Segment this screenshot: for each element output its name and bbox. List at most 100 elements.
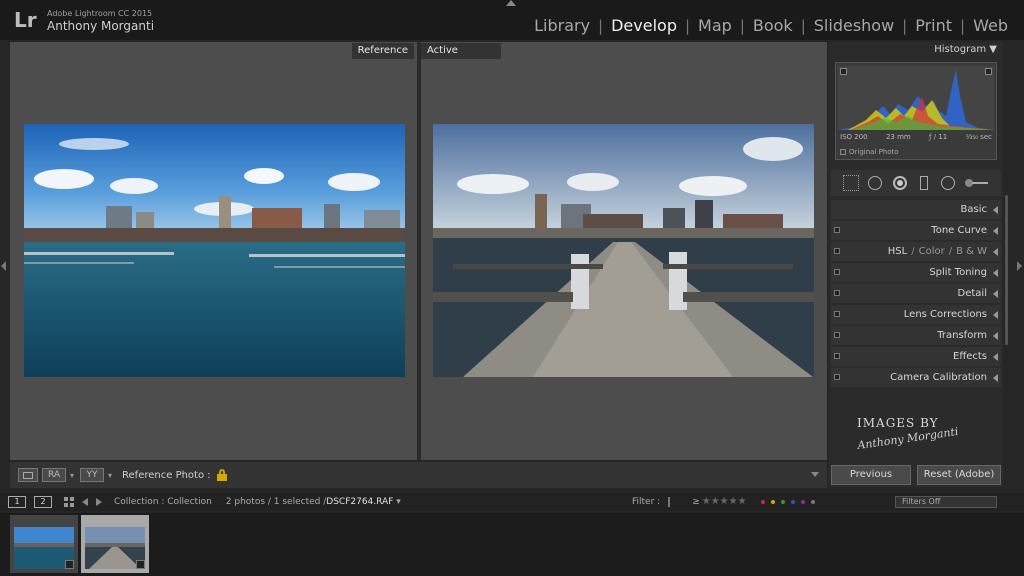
module-develop[interactable]: Develop (603, 16, 685, 35)
collapse-top-panel-icon[interactable] (506, 0, 516, 6)
filmstrip-thumbnail-selected[interactable] (81, 515, 149, 573)
expand-panel-icon (993, 227, 998, 235)
panel-switch-icon[interactable] (834, 374, 840, 380)
red-eye-tool-icon[interactable] (892, 175, 908, 191)
aperture-value: ƒ / 11 (929, 133, 948, 141)
module-print[interactable]: Print (907, 16, 960, 35)
histogram-header[interactable]: Histogram ▼ (829, 44, 1003, 60)
star-rating-icons[interactable]: ★★★★★ (702, 496, 747, 507)
reference-active-button[interactable]: RA (42, 468, 66, 482)
yellow-label-icon[interactable] (770, 499, 775, 504)
module-book[interactable]: Book (745, 16, 801, 35)
module-map[interactable]: Map (690, 16, 740, 35)
back-arrow-icon[interactable] (82, 498, 88, 506)
expand-panel-icon (993, 206, 998, 214)
panel-bw-label[interactable]: B & W (956, 246, 987, 257)
expand-panel-icon (993, 248, 998, 256)
iso-value: ISO 200 (840, 133, 868, 141)
develop-right-panel: Histogram ▼ ISO 200 23 mm ƒ / 11 ¹⁄₃₅₀ s… (829, 42, 1003, 487)
panel-switch-icon[interactable] (834, 248, 840, 254)
purple-label-icon[interactable] (800, 499, 805, 504)
no-label-icon[interactable] (810, 499, 815, 504)
panel-camera-calibration-label: Camera Calibration (890, 372, 987, 383)
panel-transform-label: Transform (937, 330, 987, 341)
main-screen-button[interactable]: 1 (8, 496, 26, 508)
before-after-button[interactable]: YY (80, 468, 105, 482)
histogram-graph[interactable] (838, 66, 994, 130)
graduated-filter-tool-icon[interactable] (916, 175, 932, 191)
collection-source[interactable]: Collection : Collection (114, 497, 212, 507)
panel-color-label[interactable]: Color (919, 246, 945, 257)
panel-detail[interactable]: Detail (831, 284, 1001, 303)
expand-panel-icon (993, 311, 998, 319)
histogram-curve (838, 70, 994, 130)
reference-photo-label: Reference Photo : (122, 469, 211, 481)
highlight-clipping-icon[interactable] (985, 68, 992, 75)
lock-icon[interactable] (216, 469, 227, 481)
reference-pane[interactable]: Reference (10, 42, 417, 460)
spot-removal-tool-icon[interactable] (867, 175, 883, 191)
previous-button[interactable]: Previous (831, 465, 911, 485)
panel-lens-corrections[interactable]: Lens Corrections (831, 305, 1001, 324)
grid-view-icon[interactable] (64, 497, 74, 507)
develop-settings-badge-icon (65, 560, 74, 569)
hide-right-panel-icon[interactable] (1017, 261, 1022, 271)
module-library[interactable]: Library (526, 16, 598, 35)
panel-switch-icon[interactable] (834, 269, 840, 275)
panel-basic[interactable]: Basic (831, 200, 1001, 219)
green-label-icon[interactable] (780, 499, 785, 504)
selection-info[interactable]: 2 photos / 1 selected /DSCF2764.RAF ▾ (226, 497, 401, 507)
hsl-separator: / (911, 246, 915, 257)
panel-switch-icon[interactable] (834, 332, 840, 338)
exif-info: ISO 200 23 mm ƒ / 11 ¹⁄₃₅₀ sec (836, 133, 996, 141)
second-screen-button[interactable]: 2 (34, 496, 52, 508)
rating-operator[interactable]: ≥ (692, 497, 700, 507)
lightroom-logo: Lr (14, 8, 37, 32)
shadow-clipping-icon[interactable] (840, 68, 847, 75)
flag-icon[interactable] (668, 496, 676, 507)
radial-filter-tool-icon[interactable] (940, 175, 956, 191)
forward-arrow-icon[interactable] (96, 498, 102, 506)
view-mode-button[interactable] (18, 468, 38, 482)
expand-panel-icon (993, 290, 998, 298)
module-web[interactable]: Web (965, 16, 1016, 35)
active-label: Active (421, 43, 501, 59)
red-label-icon[interactable] (760, 499, 765, 504)
toolbar-options-icon[interactable] (811, 472, 819, 477)
marina-harbor-image (24, 124, 405, 377)
panel-hsl[interactable]: HSL / Color / B & W (831, 242, 1001, 261)
active-pane[interactable]: Active (421, 42, 827, 460)
filter-preset-select[interactable]: Filters Off (895, 496, 997, 508)
panel-transform[interactable]: Transform (831, 326, 1001, 345)
right-panel-scrollbar[interactable] (1005, 195, 1008, 345)
show-left-panel-icon[interactable] (1, 261, 6, 271)
chevron-down-icon[interactable]: ▾ (108, 471, 112, 480)
module-slideshow[interactable]: Slideshow (806, 16, 902, 35)
filmstrip-thumbnail[interactable] (10, 515, 78, 573)
panel-switch-icon[interactable] (834, 227, 840, 233)
panel-effects[interactable]: Effects (831, 347, 1001, 366)
original-photo-toggle[interactable]: Original Photo (840, 148, 899, 156)
develop-settings-badge-icon (136, 560, 145, 569)
panel-switch-icon[interactable] (834, 311, 840, 317)
selection-count: 2 photos / 1 selected / (225, 497, 327, 507)
panel-switch-icon[interactable] (834, 353, 840, 359)
panel-split-toning-label: Split Toning (929, 267, 987, 278)
watermark-title: IMAGES BY (857, 416, 939, 430)
panel-split-toning[interactable]: Split Toning (831, 263, 1001, 282)
panel-camera-calibration[interactable]: Camera Calibration (831, 368, 1001, 387)
lightroom-window: Lr Adobe Lightroom CC 2015 Anthony Morga… (0, 0, 1024, 576)
panel-basic-label: Basic (960, 204, 987, 215)
chevron-down-icon: ▼ (989, 44, 997, 55)
panel-switch-icon[interactable] (834, 290, 840, 296)
chevron-down-icon[interactable]: ▾ (70, 471, 74, 480)
panel-tone-curve[interactable]: Tone Curve (831, 221, 1001, 240)
panel-hsl-label[interactable]: HSL (888, 246, 907, 257)
crop-overlay-tool-icon[interactable] (843, 175, 860, 191)
original-photo-label: Original Photo (849, 148, 899, 156)
adjustment-brush-tool-icon[interactable] (964, 175, 989, 191)
filter-controls: Filter : ≥ ★★★★★ (632, 496, 815, 507)
panel-tone-curve-label: Tone Curve (931, 225, 987, 236)
blue-label-icon[interactable] (790, 499, 795, 504)
reset-button[interactable]: Reset (Adobe) (917, 465, 1001, 485)
